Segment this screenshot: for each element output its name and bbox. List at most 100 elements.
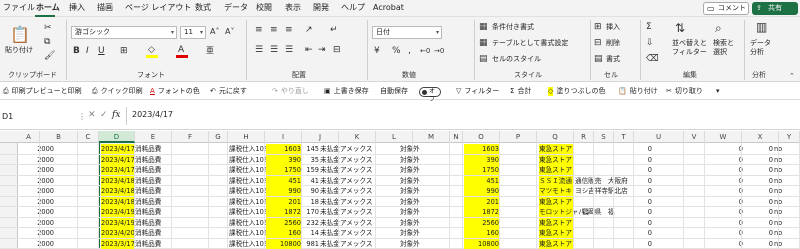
cell-y[interactable]: no: [774, 228, 794, 238]
currency-icon[interactable]: ¥: [374, 46, 380, 56]
cell-l[interactable]: アメックス: [340, 239, 374, 249]
cell-j[interactable]: 35: [303, 155, 319, 165]
column-header-d[interactable]: D: [99, 131, 135, 143]
column-header-w[interactable]: W: [705, 131, 742, 143]
cell-l[interactable]: アメックス: [340, 186, 374, 196]
cell-d[interactable]: 2023/4/18: [101, 186, 135, 196]
tab-file[interactable]: ファイル: [3, 3, 35, 13]
cell-d[interactable]: 2023/4/17: [101, 154, 135, 165]
cell-j[interactable]: 18: [303, 197, 319, 207]
cell-x[interactable]: 0: [765, 207, 773, 217]
column-header-o[interactable]: O: [463, 131, 500, 143]
column-header-h[interactable]: H: [228, 131, 265, 143]
column-header-k[interactable]: K: [339, 131, 376, 143]
cell-i[interactable]: 1603: [266, 144, 301, 154]
sort-filter-button[interactable]: 並べ替えと フィルター: [672, 39, 707, 57]
delete-cells-icon[interactable]: ⊟: [594, 38, 602, 48]
cell-e[interactable]: 消耗品費: [135, 239, 173, 249]
decrease-decimal-icon[interactable]: →0: [434, 46, 444, 56]
column-header-s[interactable]: S: [594, 131, 614, 143]
cell-j[interactable]: 232: [303, 218, 319, 228]
column-header-y[interactable]: Y: [779, 131, 800, 143]
cell-e[interactable]: 消耗品費: [135, 218, 173, 228]
cell-u[interactable]: 0: [640, 197, 652, 207]
underline-icon[interactable]: U: [98, 46, 105, 56]
cell-e[interactable]: 消耗品費: [135, 176, 173, 186]
tab-data[interactable]: データ: [224, 3, 248, 13]
cell-x[interactable]: 0: [765, 197, 773, 207]
cell-q[interactable]: マツモトキ: [539, 186, 574, 196]
find-select-icon[interactable]: ⌕: [715, 22, 722, 34]
cell-l[interactable]: アメックス: [340, 207, 374, 217]
fill-color-button[interactable]: ◇ 塗りつぶしの色: [548, 87, 605, 96]
cell-e[interactable]: 消耗品費: [135, 165, 173, 175]
cell-d[interactable]: 2023/4/18: [101, 196, 135, 207]
font-name-combo[interactable]: 游ゴシック ▾: [71, 26, 177, 39]
conditional-format-button[interactable]: 条件付き書式: [492, 23, 534, 32]
cell-h[interactable]: 課税仕入10%: [229, 239, 270, 249]
column-header-m[interactable]: M: [413, 131, 450, 143]
tab-developer[interactable]: 開発: [313, 3, 329, 13]
cell-y[interactable]: no: [774, 176, 794, 186]
cell-d[interactable]: 2023/3/17: [101, 238, 135, 249]
name-box[interactable]: D1: [2, 110, 72, 123]
cell-i[interactable]: 390: [266, 154, 301, 165]
cell-x[interactable]: 0: [765, 155, 773, 165]
clear-icon[interactable]: ⌫: [646, 54, 659, 64]
column-header-t[interactable]: T: [614, 131, 634, 143]
cell-l[interactable]: アメックス: [340, 176, 374, 186]
column-header-b[interactable]: B: [40, 131, 78, 143]
cell-u[interactable]: 0: [640, 186, 652, 196]
increase-font-icon[interactable]: A˄: [210, 27, 219, 37]
cell-q[interactable]: 東急ストア: [539, 228, 574, 238]
cell-u[interactable]: 0: [640, 155, 652, 165]
cell-y[interactable]: no: [774, 207, 794, 217]
cell-q[interactable]: 東急ストア: [539, 165, 574, 175]
cell-o[interactable]: 990: [464, 186, 499, 196]
cell-o[interactable]: 2560: [464, 217, 499, 228]
column-header-j[interactable]: J: [302, 131, 339, 143]
find-select-button[interactable]: 検索と 選択: [713, 39, 734, 57]
cell-j[interactable]: 981: [303, 239, 319, 249]
cell-x[interactable]: 0: [765, 144, 773, 154]
decrease-indent-icon[interactable]: ⇤: [305, 45, 313, 55]
cell-u[interactable]: 0: [640, 239, 652, 249]
increase-decimal-icon[interactable]: ←0: [420, 46, 430, 56]
save-button[interactable]: ▣ 上書き保存: [324, 87, 369, 96]
paste-button[interactable]: 📋 貼り付け: [618, 87, 658, 96]
align-right-icon[interactable]: ☰: [285, 45, 293, 55]
paste-label[interactable]: 貼り付け: [5, 46, 33, 55]
tab-review[interactable]: 校閲: [256, 3, 272, 13]
merge-center-icon[interactable]: ⊟: [333, 45, 341, 55]
cell-d[interactable]: 2023/4/17: [101, 144, 135, 154]
align-center-icon[interactable]: ☰: [270, 45, 278, 55]
cell-d[interactable]: 2023/4/20: [101, 228, 135, 238]
cell-d[interactable]: 2023/4/17: [101, 165, 135, 175]
cell-h[interactable]: 課税仕入10%: [229, 176, 270, 186]
worksheet-grid[interactable]: ABCDEFGHIJKLMNOPQRSTUVWXY 2000 2023/4/17 消…: [0, 131, 800, 249]
comma-style-icon[interactable]: ,: [408, 46, 411, 56]
cell-y[interactable]: no: [774, 218, 794, 228]
column-header-q[interactable]: Q: [537, 131, 574, 143]
column-header-v[interactable]: V: [684, 131, 705, 143]
cell-y[interactable]: no: [774, 155, 794, 165]
cell-u[interactable]: 0: [640, 144, 652, 154]
cell-l[interactable]: アメックス: [340, 228, 374, 238]
quick-print-button[interactable]: ⎙ クイック印刷: [92, 87, 143, 96]
cell-j[interactable]: 159: [303, 165, 319, 175]
font-size-combo[interactable]: 11 ▾: [180, 26, 206, 39]
tab-help[interactable]: ヘルプ: [341, 3, 365, 13]
cell-x[interactable]: 0: [765, 165, 773, 175]
cell-u[interactable]: 0: [640, 218, 652, 228]
cell-styles-button[interactable]: セルのスタイル: [492, 55, 541, 64]
tab-acrobat[interactable]: Acrobat: [373, 3, 404, 13]
italic-icon[interactable]: I: [86, 46, 89, 56]
conditional-format-icon[interactable]: ▦: [479, 22, 488, 32]
cell-o[interactable]: 160: [464, 228, 499, 238]
cell-l[interactable]: アメックス: [340, 218, 374, 228]
cell-y[interactable]: no: [774, 197, 794, 207]
cell-j[interactable]: 170: [303, 207, 319, 217]
cell-o[interactable]: 1872: [464, 207, 499, 217]
orientation-icon[interactable]: ↗: [305, 25, 313, 35]
cell-u[interactable]: 0: [640, 165, 652, 175]
